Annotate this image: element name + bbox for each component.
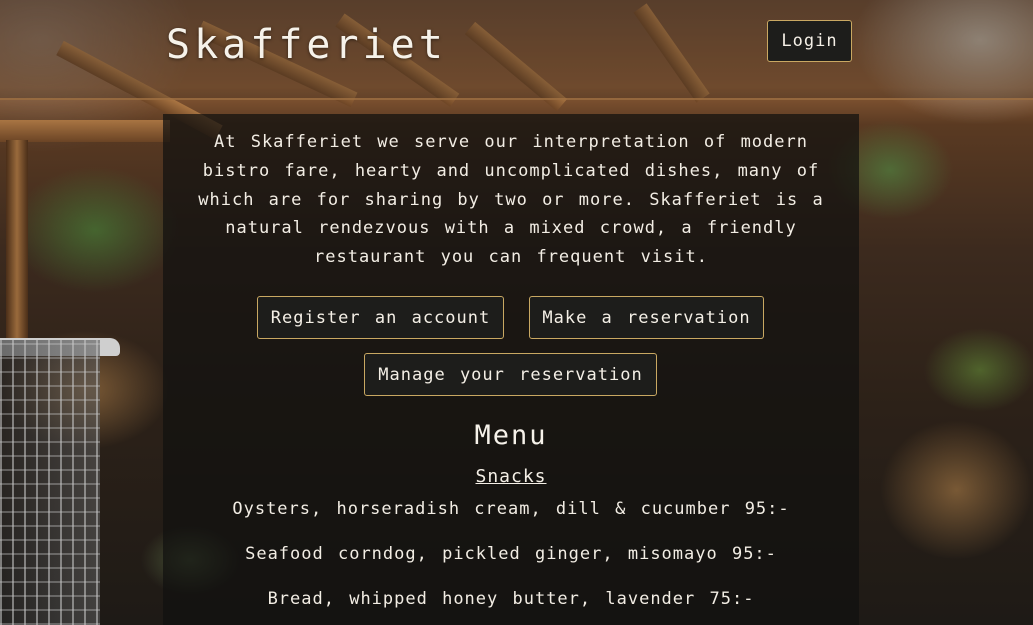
intro-text: At Skafferiet we serve our interpretatio… bbox=[198, 132, 824, 268]
shelf-light bbox=[880, 420, 1033, 560]
menu-item: Seafood corndog, pickled ginger, misomay… bbox=[245, 544, 777, 564]
register-account-button[interactable]: Register an account bbox=[257, 296, 504, 339]
menu-section-snacks: Snacks bbox=[163, 466, 859, 487]
menu-section-link[interactable]: Snacks bbox=[475, 466, 546, 487]
site-header bbox=[0, 0, 1033, 100]
make-reservation-button[interactable]: Make a reservation bbox=[529, 296, 764, 339]
site-title: Skafferiet bbox=[166, 22, 447, 68]
ceiling-beam bbox=[0, 120, 170, 142]
login-button[interactable]: Login bbox=[767, 20, 852, 62]
wooden-post bbox=[6, 140, 28, 340]
menu-heading: Menu bbox=[474, 420, 548, 451]
menu-item: Oysters, horseradish cream, dill & cucum… bbox=[232, 499, 790, 519]
manage-reservation-button[interactable]: Manage your reservation bbox=[364, 353, 657, 396]
menu-item: Bread, whipped honey butter, lavender 75… bbox=[267, 589, 755, 609]
patio-heater bbox=[0, 340, 100, 625]
